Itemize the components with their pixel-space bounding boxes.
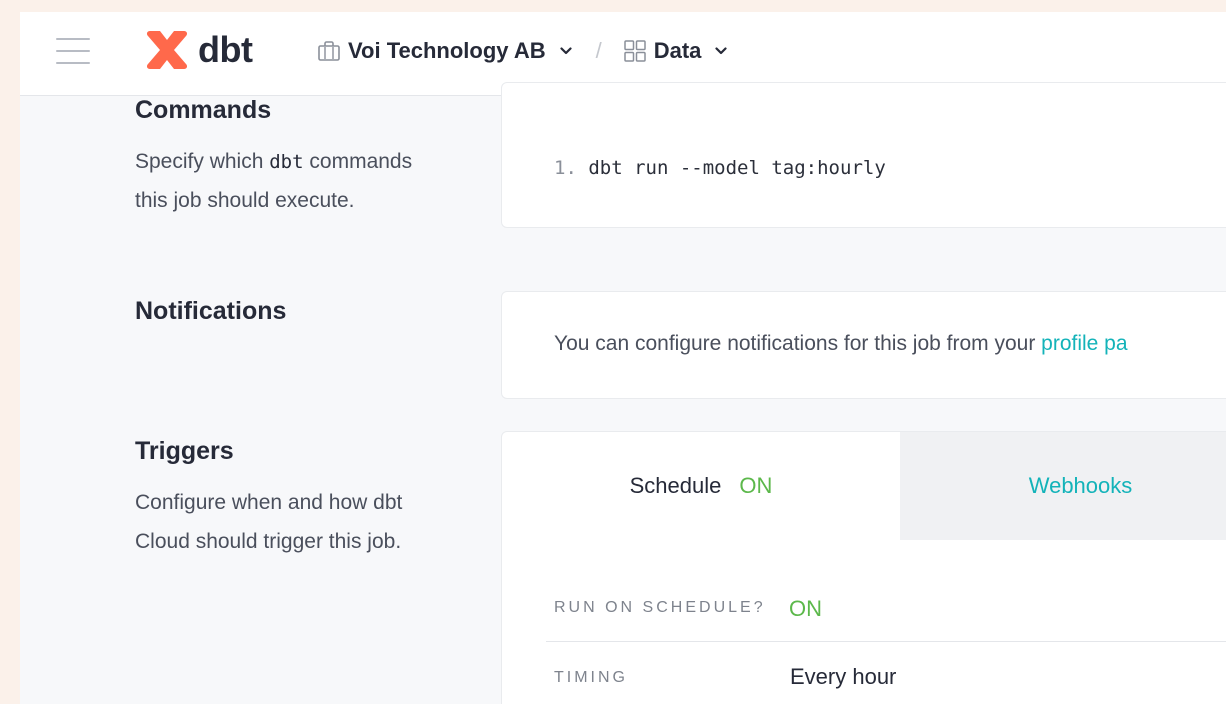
dbt-logo[interactable]: dbt: [144, 26, 253, 74]
dbt-wordmark: dbt: [198, 29, 253, 70]
triggers-card: Schedule ON Webhooks RUN ON SCHEDULE? ON…: [501, 431, 1226, 704]
tab-webhooks[interactable]: Webhooks: [900, 432, 1226, 540]
notifications-text: You can configure notifications for this…: [554, 332, 1128, 356]
timing-value[interactable]: Every hour: [790, 664, 896, 690]
notifications-title: Notifications: [135, 297, 287, 325]
notifications-message: You can configure notifications for this…: [554, 332, 1042, 355]
schedule-status-badge: ON: [739, 473, 773, 498]
run-on-schedule-label: RUN ON SCHEDULE?: [554, 599, 766, 616]
project-name: Data: [653, 38, 702, 63]
breadcrumb-separator: /: [595, 38, 602, 63]
command-line-number: 1.: [554, 157, 577, 179]
commands-card: 1. dbt run --model tag:hourly: [501, 82, 1226, 228]
chevron-down-icon: [559, 47, 572, 55]
triggers-title: Triggers: [135, 437, 234, 465]
hamburger-icon[interactable]: [56, 36, 90, 66]
commands-description: Specify which dbt commands this job shou…: [135, 143, 435, 220]
row-divider: [546, 641, 1226, 642]
grid-icon: [623, 40, 646, 62]
chevron-down-icon: [715, 47, 728, 55]
briefcase-icon: [318, 41, 340, 61]
commands-desc-code: dbt: [269, 151, 304, 173]
commands-desc-prefix: Specify which: [135, 150, 270, 173]
app-frame: dbt Voi Technology AB / Data Commands Sp…: [20, 12, 1226, 704]
notifications-card: You can configure notifications for this…: [501, 291, 1226, 399]
breadcrumb: Voi Technology AB / Data: [318, 36, 728, 66]
command-text: dbt run --model tag:hourly: [588, 157, 886, 179]
project-switcher[interactable]: Data: [623, 38, 728, 64]
tab-schedule[interactable]: Schedule ON: [502, 432, 900, 540]
tab-schedule-label: Schedule: [629, 473, 722, 498]
run-on-schedule-toggle[interactable]: ON: [789, 596, 822, 622]
command-line[interactable]: 1. dbt run --model tag:hourly: [554, 157, 886, 179]
tab-webhooks-label: Webhooks: [1028, 473, 1133, 498]
account-switcher[interactable]: Voi Technology AB: [318, 38, 572, 64]
dbt-logo-icon: [146, 31, 188, 69]
account-name: Voi Technology AB: [348, 38, 546, 63]
timing-label: TIMING: [554, 669, 628, 686]
triggers-description: Configure when and how dbt Cloud should …: [135, 491, 403, 553]
commands-title: Commands: [135, 96, 272, 124]
profile-page-link[interactable]: profile pa: [1041, 332, 1127, 355]
